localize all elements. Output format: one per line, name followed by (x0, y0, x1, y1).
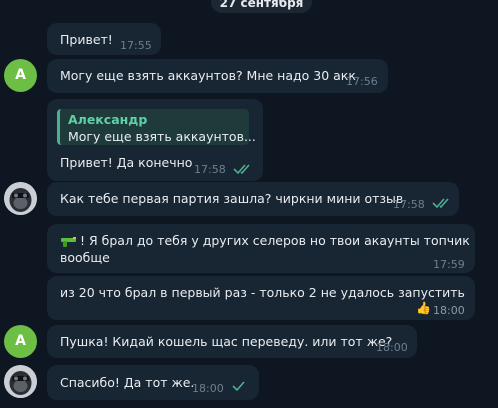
reply-author: Александр (68, 112, 148, 127)
message-text: из 20 что брал в первый раз - только 2 н… (60, 285, 465, 300)
sent-check-icon (232, 381, 245, 392)
message-time: 18:00 (192, 382, 224, 395)
message-time: 17:58 (194, 163, 226, 176)
contact-avatar[interactable]: A (4, 325, 37, 358)
message-time: 17:59 (433, 258, 465, 271)
message-text: Спасибо! Да тот же. (60, 375, 195, 390)
message-text: ! Я брал до тебя у других селеров но тво… (60, 232, 470, 249)
thumbs-up-reaction-icon[interactable]: 👍 (416, 300, 431, 317)
message-bubble[interactable]: Могу еще взять аккаунтов? Мне надо 30 ак… (47, 59, 388, 93)
read-checks-icon (233, 164, 250, 175)
message-time: 17:55 (120, 39, 152, 52)
message-time: 18:00 (376, 341, 408, 354)
message-time: 17:58 (393, 198, 425, 211)
contact-avatar[interactable]: A (4, 59, 37, 92)
message-bubble[interactable]: из 20 что брал в первый раз - только 2 н… (47, 276, 475, 320)
read-checks-icon (432, 198, 449, 209)
message-bubble[interactable]: Привет! 17:55 (47, 23, 161, 55)
message-text: Как тебе первая партия зашла? чиркни мин… (60, 191, 404, 206)
gorilla-avatar[interactable] (4, 365, 37, 398)
message-text: Пушка! Кидай кошель щас переведу. или то… (60, 334, 393, 349)
message-text: Привет! (60, 32, 113, 47)
gorilla-avatar[interactable] (4, 182, 37, 215)
water-gun-icon (61, 236, 76, 247)
message-time: 17:56 (346, 75, 378, 88)
message-bubble[interactable]: Александр Могу еще взять аккаунтов... Пр… (47, 99, 263, 181)
date-separator: 27 сентября (211, 0, 312, 13)
message-text: Привет! Да конечно (60, 155, 193, 170)
reply-quote[interactable]: Александр Могу еще взять аккаунтов... (57, 109, 256, 145)
message-bubble[interactable]: Как тебе первая партия зашла? чиркни мин… (47, 182, 459, 216)
message-text: Могу еще взять аккаунтов? Мне надо 30 ак… (60, 68, 356, 83)
message-line-2: вообще (60, 250, 110, 265)
message-bubble[interactable]: ! Я брал до тебя у других селеров но тво… (47, 224, 475, 273)
message-bubble[interactable]: Спасибо! Да тот же. 18:00 (47, 365, 259, 400)
reply-text: Могу еще взять аккаунтов... (68, 129, 256, 144)
message-bubble[interactable]: Пушка! Кидай кошель щас переведу. или то… (47, 325, 417, 358)
message-time: 18:00 (433, 304, 465, 317)
message-line-1: ! Я брал до тебя у других селеров но тво… (80, 233, 470, 248)
